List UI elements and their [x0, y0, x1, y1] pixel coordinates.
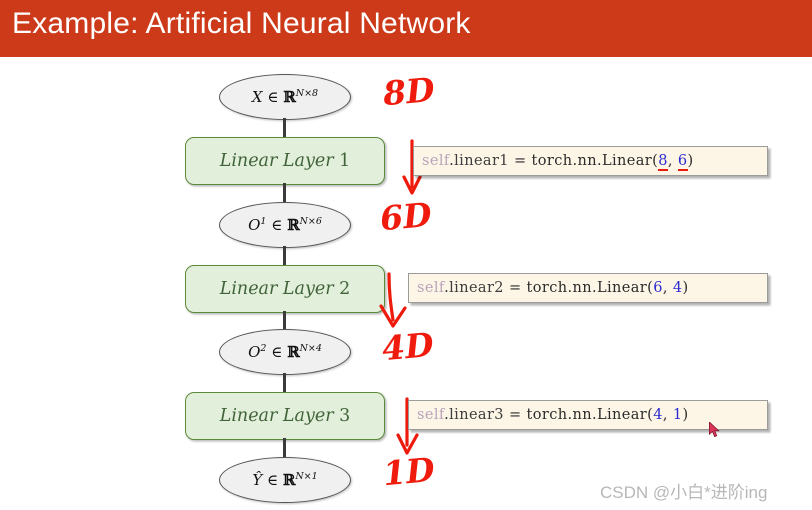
- node-linear-layer-1-label: Linear Layer 1: [219, 151, 351, 171]
- node-linear-layer-3-label: Linear Layer 3: [219, 406, 351, 426]
- node-o2-label: O2 ∈ ℝN×4: [248, 343, 322, 361]
- csdn-watermark: CSDN @小白*进阶ing: [600, 483, 768, 502]
- node-output-yhat-label: Ŷ ∈ ℝN×1: [252, 471, 318, 489]
- node-input-x: X ∈ ℝN×8: [219, 74, 351, 120]
- code-callout-linear1: self.linear1 = torch.nn.Linear(8, 6): [413, 146, 768, 176]
- node-linear-layer-2-label: Linear Layer 2: [219, 279, 351, 299]
- node-o1: O1 ∈ ℝN×6: [219, 202, 351, 248]
- node-input-x-label: X ∈ ℝN×8: [251, 88, 319, 106]
- slide-title-bar: Example: Artificial Neural Network: [0, 0, 812, 57]
- mouse-cursor-icon: [709, 422, 720, 438]
- code-callout-linear2-text: self.linear2 = torch.nn.Linear(6, 4): [417, 280, 689, 296]
- code-callout-linear2: self.linear2 = torch.nn.Linear(6, 4): [408, 273, 768, 303]
- page-title: Example: Artificial Neural Network: [12, 7, 471, 40]
- node-linear-layer-2: Linear Layer 2: [185, 265, 385, 313]
- annotation-8d: 8D: [381, 69, 437, 114]
- node-linear-layer-3: Linear Layer 3: [185, 392, 385, 440]
- node-o1-label: O1 ∈ ℝN×6: [248, 216, 322, 234]
- code-callout-linear1-text: self.linear1 = torch.nn.Linear(8, 6): [422, 153, 694, 171]
- flowchart-canvas: X ∈ ℝN×8 Linear Layer 1 O1 ∈ ℝN×6 Linear…: [0, 57, 812, 510]
- node-linear-layer-1: Linear Layer 1: [185, 137, 385, 185]
- node-output-yhat: Ŷ ∈ ℝN×1: [219, 457, 351, 503]
- node-o2: O2 ∈ ℝN×4: [219, 329, 351, 375]
- code-callout-linear3-text: self.linear3 = torch.nn.Linear(4, 1): [417, 407, 689, 423]
